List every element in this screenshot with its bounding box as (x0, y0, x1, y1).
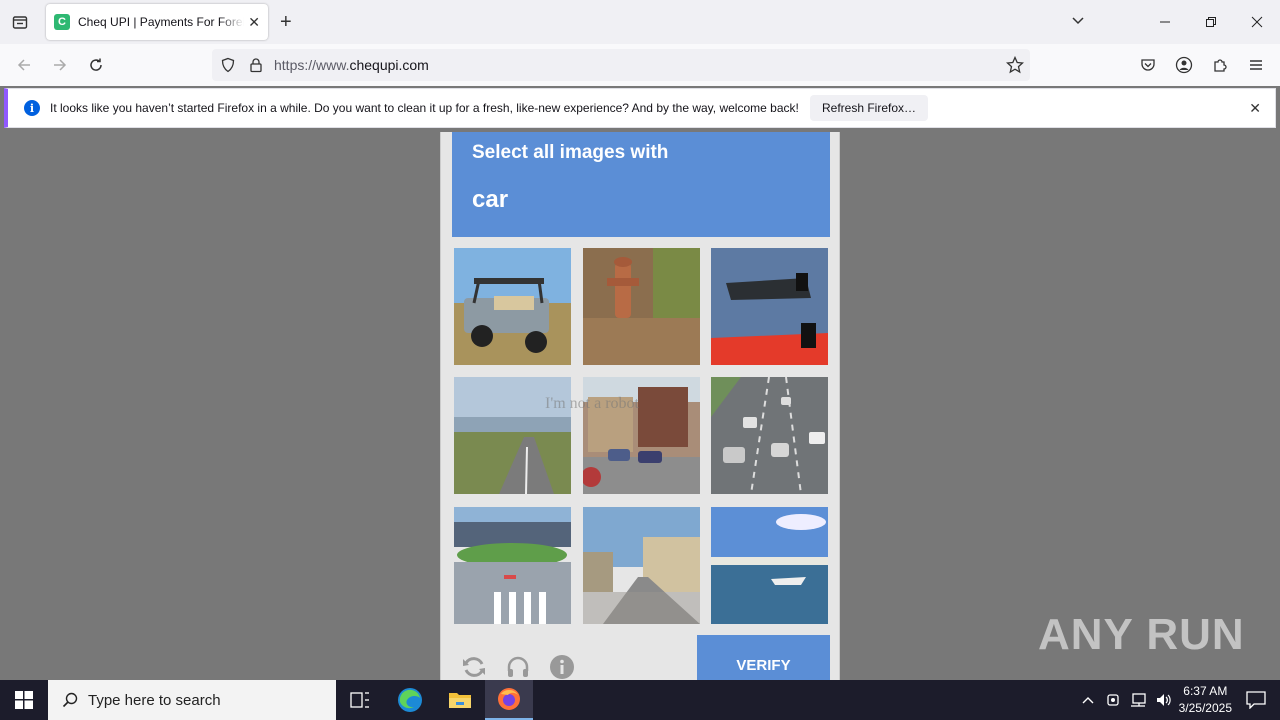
captcha-target: car (472, 186, 509, 213)
search-placeholder: Type here to search (88, 691, 221, 709)
captcha-tile-golf-cart[interactable] (454, 248, 571, 365)
audio-challenge-icon[interactable] (505, 654, 531, 680)
forward-icon[interactable] (48, 53, 72, 77)
bookmark-star-icon[interactable] (1005, 55, 1025, 79)
new-tab-icon[interactable]: + (280, 12, 292, 32)
close-tab-icon[interactable]: ✕ (248, 14, 260, 31)
site-favicon-icon: C (54, 14, 70, 30)
captcha-tile-fire-hydrant[interactable] (583, 248, 700, 365)
refresh-icon[interactable] (461, 654, 487, 680)
window-controls (1142, 0, 1280, 44)
browser-tab[interactable]: C Cheq UPI | Payments For Foreign ✕ (46, 4, 268, 40)
windows-taskbar: Type here to search 6:37 AM 3/25/2025 (0, 680, 1280, 720)
captcha-tile-sea-boat[interactable] (711, 507, 828, 624)
verify-button[interactable]: VERIFY (697, 635, 830, 680)
windows-start-icon[interactable] (0, 680, 48, 720)
chevron-up-icon[interactable] (1081, 695, 1095, 705)
close-window-icon[interactable] (1234, 0, 1280, 44)
volume-icon[interactable] (1155, 692, 1173, 708)
search-icon (62, 692, 78, 708)
info-icon: i (24, 100, 40, 116)
captcha-header: Select all images with car (452, 132, 830, 237)
taskbar-search-box[interactable]: Type here to search (48, 680, 336, 720)
tab-strip: C Cheq UPI | Payments For Foreign ✕ + (0, 0, 1280, 44)
tracking-shield-icon[interactable] (220, 57, 236, 78)
clock-time: 6:37 AM (1183, 684, 1228, 698)
captcha-tile-boats[interactable] (711, 248, 828, 365)
url-text: https://www.chequpi.com (274, 57, 429, 73)
firefox-view-icon[interactable] (8, 10, 32, 34)
captcha-tile-highway-cars[interactable] (711, 377, 828, 494)
file-explorer-icon[interactable] (436, 680, 484, 720)
close-icon[interactable]: ✕ (1249, 100, 1261, 117)
minimize-icon[interactable] (1142, 0, 1188, 44)
firefox-taskbar-icon[interactable] (485, 680, 533, 720)
captcha-instruction: Select all images with (472, 142, 669, 163)
underlay-checkbox-label: I'm not a robot (545, 395, 639, 412)
address-bar[interactable]: https://www.chequpi.com (212, 49, 1030, 81)
network-icon[interactable] (1129, 692, 1147, 708)
clock-date: 3/25/2025 (1178, 701, 1232, 715)
page-content: Select all images with car I'm not a rob… (0, 132, 1280, 680)
account-icon[interactable] (1172, 53, 1196, 77)
back-icon[interactable] (12, 53, 36, 77)
restore-icon[interactable] (1188, 0, 1234, 44)
task-view-icon[interactable] (336, 680, 384, 720)
notification-bar: i It looks like you haven’t started Fire… (4, 88, 1276, 128)
system-tray: 6:37 AM 3/25/2025 (1081, 680, 1280, 720)
tab-title: Cheq UPI | Payments For Foreign (78, 15, 244, 29)
extensions-icon[interactable] (1208, 53, 1232, 77)
watermark-text: ANY RUN (1038, 610, 1245, 659)
menu-icon[interactable] (1244, 53, 1268, 77)
captcha-tile-town-street[interactable] (583, 507, 700, 624)
notifications-icon[interactable] (1246, 691, 1266, 709)
pocket-icon[interactable] (1136, 53, 1160, 77)
notification-text: It looks like you haven’t started Firefo… (50, 101, 799, 115)
meet-now-icon[interactable] (1105, 692, 1121, 708)
info-icon[interactable] (549, 654, 575, 680)
anyrun-watermark: ANY RUN (1038, 610, 1245, 660)
lock-icon[interactable] (248, 57, 264, 78)
reload-icon[interactable] (84, 53, 108, 77)
edge-icon[interactable] (386, 680, 434, 720)
captcha-challenge: Select all images with car I'm not a rob… (440, 132, 840, 680)
navigation-toolbar: https://www.chequpi.com (0, 44, 1280, 86)
captcha-tile-crosswalk[interactable] (454, 507, 571, 624)
list-all-tabs-icon[interactable] (1070, 12, 1086, 33)
refresh-firefox-button[interactable]: Refresh Firefox… (810, 95, 929, 121)
clock[interactable]: 6:37 AM 3/25/2025 (1179, 683, 1232, 717)
